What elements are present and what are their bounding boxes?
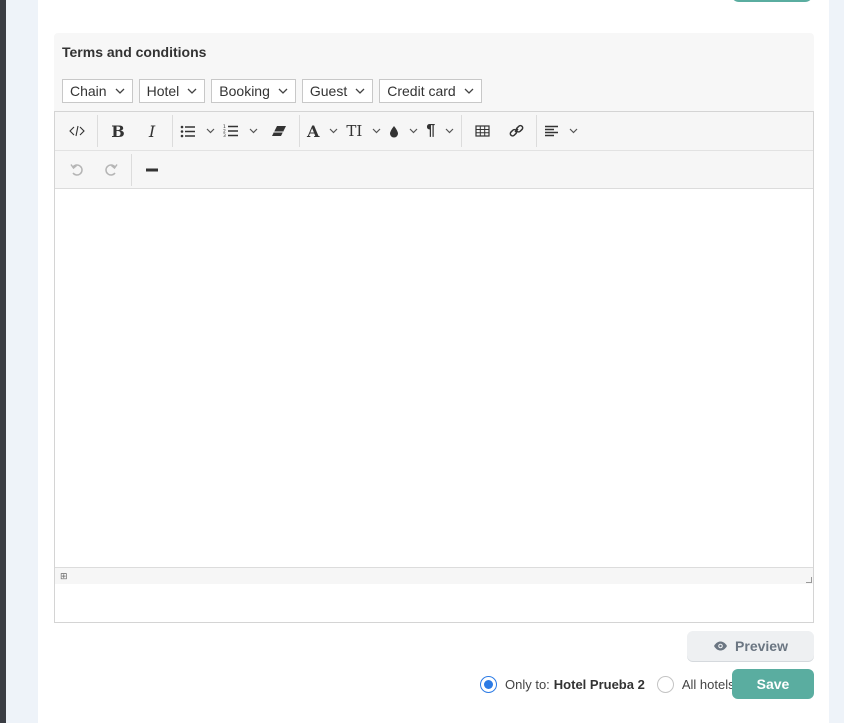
rich-text-editor: B I 123 A TI ¶ ⊞	[54, 111, 814, 623]
variable-label: Hotel	[146, 83, 180, 99]
paragraph-icon: ¶	[426, 122, 436, 139]
chevron-down-icon	[115, 88, 125, 94]
resize-handle-icon[interactable]	[806, 577, 812, 583]
chevron-down-icon	[445, 128, 454, 134]
redo-button[interactable]	[94, 155, 128, 185]
clear-format-button[interactable]	[262, 116, 296, 146]
section-title: Terms and conditions	[62, 44, 207, 60]
horizontal-rule-icon	[145, 168, 159, 172]
unordered-list-button[interactable]	[176, 116, 219, 146]
editor-content-area[interactable]	[55, 189, 813, 567]
insert-link-button[interactable]	[499, 116, 533, 146]
eye-icon	[713, 641, 728, 651]
insert-table-button[interactable]	[465, 116, 499, 146]
chevron-down-icon	[278, 88, 288, 94]
variable-dropdown-booking[interactable]: Booking	[211, 79, 296, 103]
variable-dropdowns: Chain Hotel Booking Guest Credit card	[62, 79, 482, 103]
variable-dropdown-hotel[interactable]: Hotel	[138, 79, 206, 103]
paragraph-style-button[interactable]: ¶	[422, 116, 458, 146]
chevron-down-icon	[355, 88, 365, 94]
align-left-icon	[544, 125, 559, 137]
editor-toolbar: B I 123 A TI ¶	[55, 112, 813, 189]
toolbar-row-1: B I 123 A TI ¶	[55, 112, 813, 150]
toolbar-group-lists: 123	[173, 115, 300, 147]
editor-statusbar: ⊞	[55, 567, 813, 584]
chevron-down-icon	[569, 128, 578, 134]
scope-all-option: All hotels	[656, 675, 735, 693]
ordered-list-button[interactable]: 123	[219, 116, 262, 146]
variable-label: Booking	[219, 83, 270, 99]
svg-text:3: 3	[223, 133, 226, 138]
top-button-edge[interactable]	[731, 0, 813, 2]
font-family-button[interactable]: A	[303, 116, 342, 146]
scope-all-label: All hotels	[681, 676, 735, 692]
chevron-down-icon	[249, 128, 258, 134]
font-size-icon: TI	[346, 122, 363, 140]
eraser-icon	[271, 125, 287, 137]
toolbar-group-view	[57, 115, 98, 147]
bold-icon: B	[111, 121, 125, 141]
font-size-button[interactable]: TI	[342, 116, 385, 146]
redo-icon	[104, 163, 118, 176]
font-icon: A	[307, 121, 320, 141]
bullet-list-icon	[180, 125, 196, 138]
toolbar-group-align	[537, 115, 585, 147]
variable-label: Credit card	[387, 83, 456, 99]
chevron-down-icon	[464, 88, 474, 94]
grid-icon[interactable]: ⊞	[60, 571, 68, 582]
chevron-down-icon	[329, 128, 338, 134]
italic-icon: I	[148, 121, 156, 141]
scope-only-label: Only to:	[505, 676, 550, 692]
table-icon	[475, 125, 490, 137]
code-icon	[69, 125, 85, 137]
chevron-down-icon	[206, 128, 215, 134]
numbered-list-icon: 123	[223, 124, 239, 138]
toolbar-group-font: A TI ¶	[300, 115, 463, 147]
left-sidebar-edge	[0, 0, 6, 723]
variable-label: Guest	[309, 83, 348, 99]
chevron-down-icon	[409, 128, 418, 134]
preview-button[interactable]: Preview	[687, 631, 814, 661]
variable-dropdown-chain[interactable]: Chain	[62, 79, 133, 103]
chevron-down-icon	[372, 128, 381, 134]
italic-button[interactable]: I	[135, 116, 169, 146]
chevron-down-icon	[187, 88, 197, 94]
scope-hotel-name: Hotel Prueba 2	[553, 676, 645, 692]
align-button[interactable]	[540, 116, 582, 146]
undo-button[interactable]	[60, 155, 94, 185]
horizontal-rule-button[interactable]	[135, 155, 169, 185]
color-button[interactable]	[385, 116, 422, 146]
radio-only-hotel[interactable]	[480, 675, 497, 693]
variable-dropdown-credit-card[interactable]: Credit card	[379, 79, 482, 103]
code-view-button[interactable]	[60, 116, 94, 146]
save-button[interactable]: Save	[732, 669, 814, 699]
variable-label: Chain	[70, 83, 107, 99]
toolbar-row-2	[55, 150, 813, 188]
toolbar-group-history	[57, 153, 132, 186]
bold-button[interactable]: B	[101, 116, 135, 146]
toolbar-group-style: B I	[98, 115, 173, 147]
radio-all-hotels[interactable]	[656, 675, 674, 693]
undo-icon	[70, 163, 84, 176]
toolbar-group-insert	[462, 115, 538, 147]
color-drop-icon	[389, 125, 399, 138]
hotel-scope-selector: Only to: Hotel Prueba 2 All hotels	[480, 674, 735, 694]
toolbar-group-hr	[132, 154, 172, 186]
variable-dropdown-guest[interactable]: Guest	[301, 79, 374, 103]
link-icon	[509, 124, 524, 138]
preview-label: Preview	[735, 638, 788, 654]
